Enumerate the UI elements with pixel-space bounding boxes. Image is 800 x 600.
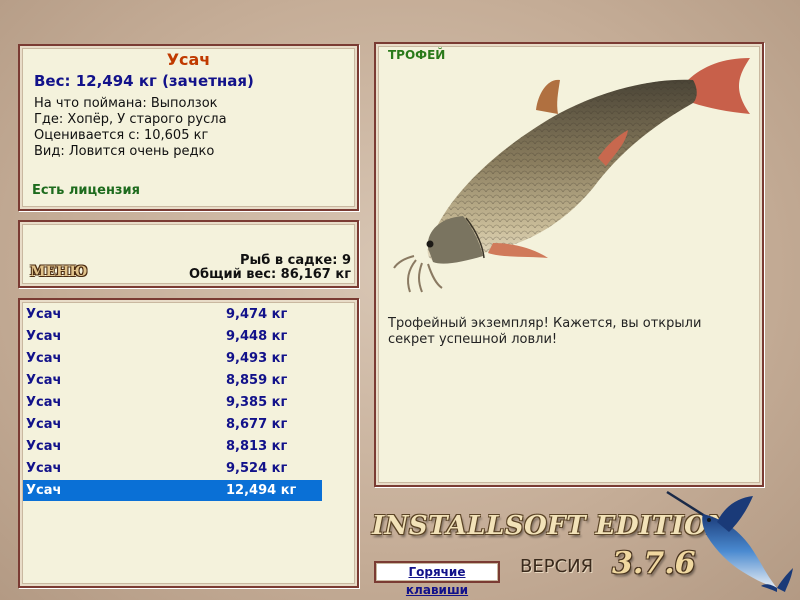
- trophy-panel: ТРОФЕЙ Трофейный экземпляр! Кажется, вы …: [374, 42, 764, 487]
- list-item[interactable]: Усач 8,859 кг: [22, 370, 322, 391]
- trophy-tag: ТРОФЕЙ: [388, 48, 446, 62]
- list-item[interactable]: Усач 9,448 кг: [22, 326, 322, 347]
- marlin-logo-icon: [666, 490, 793, 592]
- catch-list: Усач 9,474 кг Усач 9,448 кг Усач 9,493 кг У…: [18, 298, 359, 588]
- list-item[interactable]: Усач 9,524 кг: [22, 458, 322, 479]
- list-item[interactable]: Усач 9,493 кг: [22, 348, 322, 369]
- license-status: Есть лицензия: [32, 183, 140, 198]
- list-item-name: Усач: [26, 461, 62, 476]
- list-item-selected[interactable]: Усач 12,494 кг: [22, 480, 322, 501]
- caught-with-line: На что поймана: Выползок: [34, 96, 218, 111]
- list-item-name: Усач: [26, 439, 62, 454]
- list-item-name: Усач: [26, 351, 62, 366]
- list-item-weight: 9,474 кг: [226, 307, 288, 322]
- valued-from-line: Оценивается с: 10,605 кг: [34, 128, 209, 143]
- list-item-name: Усач: [26, 307, 62, 322]
- location-line: Где: Хопёр, У старого русла: [34, 112, 227, 127]
- list-item[interactable]: Усач 8,813 кг: [22, 436, 322, 457]
- fish-info-panel: Усач Вес: 12,494 кг (зачетная) На что по…: [18, 44, 359, 211]
- list-item-weight: 9,448 кг: [226, 329, 288, 344]
- fish-count: Рыб в садке: 9: [239, 253, 351, 268]
- total-weight: Общий вес: 86,167 кг: [188, 267, 351, 282]
- list-item-name: Усач: [26, 373, 62, 388]
- species-note-line: Вид: Ловится очень редко: [34, 144, 215, 159]
- list-item-weight: 9,493 кг: [226, 351, 288, 366]
- list-item-weight: 9,385 кг: [226, 395, 288, 410]
- list-item[interactable]: Усач 9,474 кг: [22, 304, 322, 325]
- fish-weight-line: Вес: 12,494 кг (зачетная): [34, 72, 254, 90]
- list-item-name: Усач: [26, 417, 62, 432]
- list-item-weight: 9,524 кг: [226, 461, 288, 476]
- list-item-weight: 8,813 кг: [226, 439, 288, 454]
- version-label: ВЕРСИЯ: [520, 556, 594, 577]
- list-item[interactable]: Усач 8,677 кг: [22, 414, 322, 435]
- keepnet-panel: МЕНЮ Рыб в садке: 9 Общий вес: 86,167 кг: [18, 220, 359, 288]
- list-item-weight: 12,494 кг: [226, 483, 297, 498]
- list-item-name: Усач: [26, 395, 62, 410]
- list-item-name: Усач: [26, 483, 62, 498]
- menu-button[interactable]: МЕНЮ: [30, 264, 87, 280]
- barbel-fish-image: [393, 58, 750, 293]
- hotkeys-link[interactable]: Горячие клавиши: [374, 561, 500, 597]
- fish-name-title: Усач: [166, 50, 211, 69]
- list-item-weight: 8,677 кг: [226, 417, 288, 432]
- trophy-description: Трофейный экземпляр! Кажется, вы открыли…: [388, 316, 702, 347]
- list-item[interactable]: Усач 9,385 кг: [22, 392, 322, 413]
- list-item-name: Усач: [26, 329, 62, 344]
- list-item-weight: 8,859 кг: [226, 373, 288, 388]
